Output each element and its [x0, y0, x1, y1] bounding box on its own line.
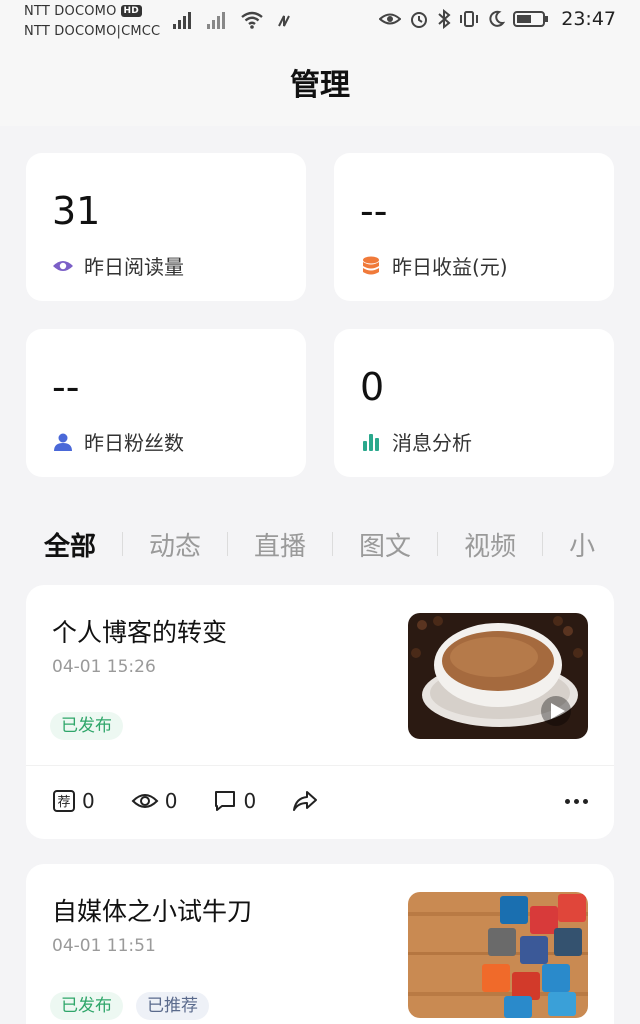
article-time: 04-01 11:51: [52, 936, 156, 956]
svg-text:荐: 荐: [57, 795, 70, 810]
alarm-icon: [411, 12, 428, 28]
stat-value: 0: [360, 365, 385, 409]
comments-stat[interactable]: 0: [213, 789, 256, 813]
content-tabs: 全部 动态 直播 图文 视频 小: [26, 518, 640, 570]
eye-outline-icon: [131, 794, 159, 808]
stat-card-messages[interactable]: 0 消息分析: [334, 329, 614, 477]
recommend-icon: 荐: [53, 790, 75, 812]
status-badge-recommended: 已推荐: [136, 992, 209, 1020]
status-badge-published: 已发布: [50, 992, 123, 1020]
tab-all[interactable]: 全部: [26, 526, 122, 563]
stat-value: 31: [52, 189, 101, 233]
carrier-primary: NTT DOCOMO HD: [24, 4, 142, 19]
tab-videos[interactable]: 视频: [438, 526, 542, 563]
stat-value: --: [360, 189, 388, 233]
wifi-icon: [241, 11, 263, 29]
article-actions: 荐 0 0 0: [52, 789, 354, 813]
status-badge-published: 已发布: [50, 712, 123, 740]
user-icon: [52, 431, 74, 453]
more-options-icon[interactable]: [565, 799, 588, 804]
hd-badge: HD: [120, 5, 142, 17]
carrier-secondary: NTT DOCOMO|CMCC: [24, 24, 161, 39]
carrier-name: NTT DOCOMO: [24, 4, 117, 19]
social-media-cubes-image[interactable]: [408, 892, 588, 1018]
vibrate-icon: [460, 11, 479, 27]
stat-card-fans[interactable]: -- 昨日粉丝数: [26, 329, 306, 477]
stat-label-row: 昨日阅读量: [52, 251, 184, 280]
share-button[interactable]: [292, 790, 318, 812]
article-title[interactable]: 个人博客的转变: [52, 613, 227, 649]
moon-icon: [489, 10, 506, 27]
article-card[interactable]: 自媒体之小试牛刀 04-01 11:51 已发布 已推荐: [26, 864, 614, 1024]
status-bar: NTT DOCOMO HD NTT DOCOMO|CMCC 23:47: [0, 0, 640, 46]
comment-icon: [215, 791, 236, 811]
comment-count: 0: [243, 789, 257, 813]
tab-updates[interactable]: 动态: [123, 526, 227, 563]
bar-chart-icon: [360, 431, 382, 453]
page-title: 管理: [290, 68, 350, 103]
signal-roaming-icon: [207, 12, 225, 29]
stat-label-row: 昨日粉丝数: [52, 427, 184, 456]
stat-label: 昨日粉丝数: [84, 431, 184, 455]
clock: 23:47: [561, 8, 616, 30]
eye-comfort-icon: [379, 13, 402, 25]
stat-card-reads[interactable]: 31 昨日阅读量: [26, 153, 306, 301]
article-title[interactable]: 自媒体之小试牛刀: [52, 892, 252, 928]
manage-page: NTT DOCOMO HD NTT DOCOMO|CMCC 23:47 管理 3…: [0, 0, 640, 1024]
stat-label-row: 消息分析: [360, 427, 472, 456]
tab-mini[interactable]: 小: [543, 526, 621, 563]
views-stat[interactable]: 0: [131, 789, 178, 813]
stat-value: --: [52, 365, 80, 409]
stat-label: 昨日阅读量: [84, 255, 184, 279]
share-icon: [293, 791, 318, 811]
bluetooth-icon: [438, 9, 451, 29]
coffee-cup-image[interactable]: [408, 613, 588, 739]
recommend-count: 0: [82, 789, 95, 813]
stat-card-earnings[interactable]: -- 昨日收益(元): [334, 153, 614, 301]
system-icons: 23:47: [379, 8, 616, 30]
signal-group: [172, 11, 294, 29]
page-header: 管理: [0, 46, 640, 126]
card-divider: [26, 765, 614, 766]
view-count: 0: [164, 789, 178, 813]
eye-icon: [52, 255, 74, 277]
battery-icon: [513, 11, 549, 27]
tab-articles[interactable]: 图文: [333, 526, 437, 563]
stat-label: 消息分析: [392, 431, 472, 455]
tab-live[interactable]: 直播: [228, 526, 332, 563]
recommend-stat[interactable]: 荐 0: [52, 789, 95, 813]
signal-icon: [173, 12, 191, 29]
stat-label-row: 昨日收益(元): [360, 251, 508, 280]
article-time: 04-01 15:26: [52, 657, 156, 677]
coin-stack-icon: [360, 255, 382, 277]
stat-label: 昨日收益(元): [392, 255, 508, 279]
article-card[interactable]: 个人博客的转变 04-01 15:26 已发布 荐 0 0 0: [26, 585, 614, 839]
nfc-icon: [278, 15, 290, 27]
